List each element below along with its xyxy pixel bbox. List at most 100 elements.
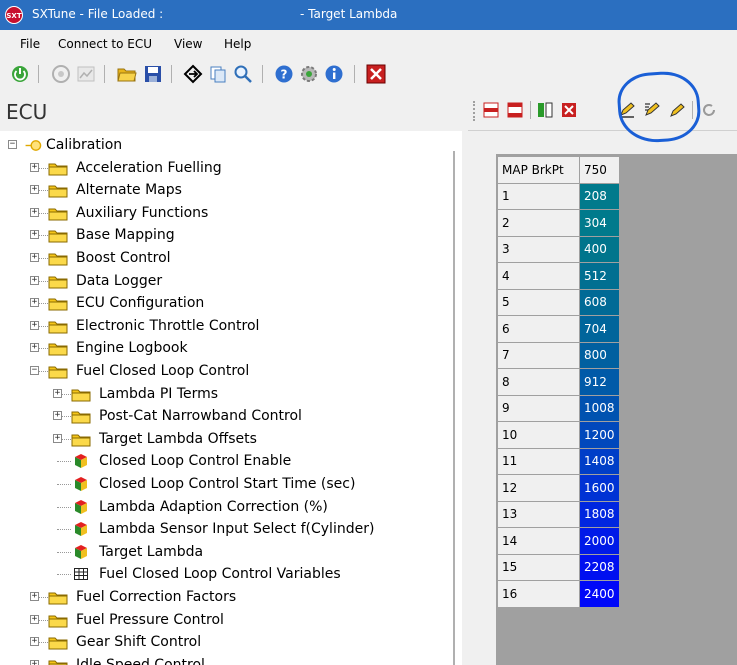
tree-item[interactable]: + Post-Cat Narrowband Control [0,405,440,427]
tree-item[interactable]: Fuel Closed Loop Control Variables [0,563,440,585]
row-breakpoint-label[interactable]: 10 [497,421,580,449]
tree-item[interactable]: + Lambda PI Terms [0,383,440,405]
map-value-cell[interactable]: 704 [579,315,620,343]
tree-item[interactable]: + Fuel Correction Factors [0,586,440,608]
map-column-header[interactable]: 750 [579,156,620,184]
search-icon[interactable] [233,64,253,84]
collapse-toggle[interactable]: − [8,140,17,149]
insert-column-icon[interactable] [536,101,554,119]
tree-item[interactable]: + Boost Control [0,247,440,269]
save-icon[interactable] [143,64,163,84]
tree-item[interactable]: + ECU Configuration [0,292,440,314]
map-value-cell[interactable]: 208 [579,182,620,210]
map-value-cell[interactable]: 2400 [579,580,620,608]
chart-icon[interactable] [76,64,96,84]
expand-toggle[interactable]: + [53,433,62,443]
expand-toggle[interactable]: + [30,320,39,330]
map-value-cell[interactable]: 1200 [579,421,620,449]
tree-item[interactable]: − Calibration [0,134,440,156]
insert-row-icon[interactable] [482,101,500,119]
row-breakpoint-label[interactable]: 3 [497,235,580,263]
map-value-cell[interactable]: 1600 [579,474,620,502]
row-breakpoint-label[interactable]: 9 [497,394,580,422]
expand-toggle[interactable]: + [53,388,62,398]
expand-toggle[interactable]: + [30,637,39,647]
navigate-icon[interactable] [183,64,203,84]
refresh-icon[interactable] [700,101,718,119]
tree-item[interactable]: + Alternate Maps [0,179,440,201]
map-value-cell[interactable]: 1008 [579,394,620,422]
map-value-cell[interactable]: 2208 [579,553,620,581]
row-breakpoint-label[interactable]: 6 [497,315,580,343]
expand-toggle[interactable]: + [30,207,39,217]
open-folder-icon[interactable] [117,64,137,84]
row-breakpoint-label[interactable]: 14 [497,527,580,555]
tree-item[interactable]: Target Lambda [0,541,440,563]
row-breakpoint-label[interactable]: 1 [497,182,580,210]
close-icon[interactable] [366,64,386,84]
info-icon[interactable] [324,64,344,84]
map-cube-icon [75,499,87,514]
menu-view[interactable]: View [174,37,202,51]
power-icon[interactable] [10,64,30,84]
map-value-cell[interactable]: 800 [579,341,620,369]
map-value-cell[interactable]: 512 [579,262,620,290]
tree-item[interactable]: Lambda Sensor Input Select f(Cylinder) [0,518,440,540]
tree-item[interactable]: + Data Logger [0,270,440,292]
menu-connect[interactable]: Connect to ECU [58,37,152,51]
tree-item[interactable]: − Fuel Closed Loop Control [0,360,440,382]
tree-item[interactable]: + Fuel Pressure Control [0,609,440,631]
expand-toggle[interactable]: + [53,411,62,421]
expand-toggle[interactable]: + [30,185,39,195]
tree-item[interactable]: Closed Loop Control Start Time (sec) [0,473,440,495]
map-value-cell[interactable]: 608 [579,288,620,316]
map-value-cell[interactable]: 912 [579,368,620,396]
menu-file[interactable]: File [20,37,40,51]
map-value-cell[interactable]: 400 [579,235,620,263]
delete-column-icon[interactable] [560,101,578,119]
row-breakpoint-label[interactable]: 15 [497,553,580,581]
expand-toggle[interactable]: + [30,230,39,240]
row-breakpoint-label[interactable]: 4 [497,262,580,290]
row-breakpoint-label[interactable]: 13 [497,500,580,528]
expand-toggle[interactable]: + [30,275,39,285]
expand-toggle[interactable]: + [30,592,39,601]
tree-item[interactable]: Closed Loop Control Enable [0,450,440,472]
row-breakpoint-label[interactable]: 5 [497,288,580,316]
disconnect-icon[interactable] [51,64,71,84]
expand-toggle[interactable]: + [30,253,39,262]
expand-toggle[interactable]: + [30,162,39,172]
map-value-cell[interactable]: 2000 [579,527,620,555]
collapse-toggle[interactable]: − [30,366,39,375]
row-breakpoint-label[interactable]: 12 [497,474,580,502]
map-value-cell[interactable]: 1808 [579,500,620,528]
help-icon[interactable]: ? [274,64,294,84]
folder-icon [48,163,68,176]
tree-item[interactable]: + Engine Logbook [0,337,440,359]
row-breakpoint-label[interactable]: 7 [497,341,580,369]
tree-item[interactable]: + Acceleration Fuelling [0,157,440,179]
map-value-cell[interactable]: 1408 [579,447,620,475]
delete-row-icon[interactable] [506,101,524,119]
copy-icon[interactable] [208,64,228,84]
tree-item[interactable]: + Base Mapping [0,224,440,246]
row-breakpoint-label[interactable]: 16 [497,580,580,608]
tree-item[interactable]: + Target Lambda Offsets [0,428,440,450]
expand-toggle[interactable]: + [30,659,39,665]
tree-item[interactable]: + Idle Speed Control [0,654,440,665]
map-value-cell[interactable]: 304 [579,209,620,237]
menu-help[interactable]: Help [224,37,251,51]
expand-toggle[interactable]: + [30,298,39,308]
row-breakpoint-label[interactable]: 2 [497,209,580,237]
expand-toggle[interactable]: + [30,343,39,353]
tree-item[interactable]: Lambda Adaption Correction (%) [0,496,440,518]
tree-scrollbar[interactable] [450,131,462,665]
row-breakpoint-label[interactable]: 8 [497,368,580,396]
tree-item[interactable]: + Auxiliary Functions [0,202,440,224]
settings-icon[interactable] [299,64,319,84]
folder-icon [48,592,68,605]
tree-item[interactable]: + Gear Shift Control [0,631,440,653]
row-breakpoint-label[interactable]: 11 [497,447,580,475]
expand-toggle[interactable]: + [30,614,39,624]
tree-item[interactable]: + Electronic Throttle Control [0,315,440,337]
